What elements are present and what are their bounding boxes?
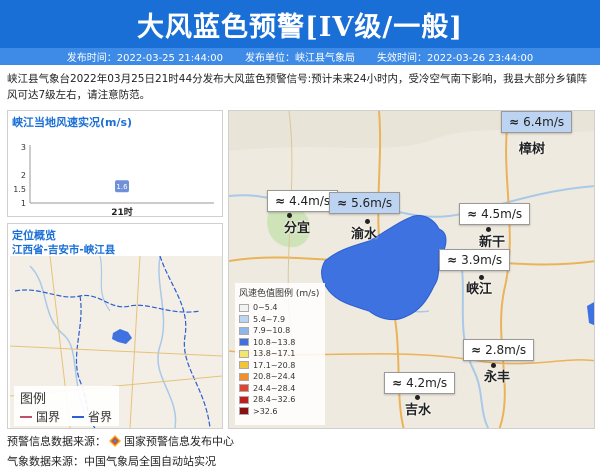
speed-legend-swatch: [239, 372, 249, 381]
warning-source-label: 预警信息数据来源：: [7, 435, 106, 448]
town-zhangshu: 樟树: [519, 142, 546, 157]
location-path: 江西省-吉安市-峡江县: [12, 244, 116, 256]
y-tick-label: 1: [21, 199, 26, 208]
speed-legend-item: >32.6: [239, 406, 321, 418]
wind-icon: ≈: [467, 207, 478, 221]
station-wind-fenyi[interactable]: ≈ 4.4m/s: [267, 190, 339, 212]
wind-speed-value: 4.2m/s: [406, 376, 448, 390]
town-xingan: 新干: [479, 235, 506, 250]
speed-legend-swatch: [239, 395, 249, 404]
wind-icon: ≈: [509, 115, 520, 129]
speed-legend-swatch: [239, 326, 249, 335]
speed-legend-item: 10.8~13.8: [239, 337, 321, 349]
station-wind-jishui[interactable]: ≈ 4.2m/s: [384, 372, 456, 394]
wind-speed-chart: 3 2 1.5 1 21时 1.6: [13, 143, 214, 218]
warning-description: 峡江县气象台2022年03月25日21时44分发布大风蓝色预警信号:预计未来24…: [7, 73, 588, 101]
y-tick-label: 3: [21, 143, 26, 152]
speed-legend-swatch: [239, 315, 249, 324]
speed-legend-item: 7.9~10.8: [239, 325, 321, 337]
town-xiajiang: 峡江: [466, 282, 493, 297]
station-wind-xingan[interactable]: ≈ 4.5m/s: [459, 203, 531, 225]
speed-legend-label: 13.8~17.1: [253, 349, 296, 359]
town-fenyi: 分宜: [284, 221, 311, 236]
station-wind-yushui[interactable]: ≈ 5.6m/s: [329, 192, 401, 214]
expire-time: 失效时间：2022-03-26 23:44:00: [377, 53, 534, 64]
speed-legend-swatch: [239, 303, 249, 312]
weather-source-line: 气象数据来源：中国气象局全国自动站实况: [7, 453, 216, 469]
wind-speed-value: 4.5m/s: [481, 207, 523, 221]
meta-bar: 发布时间：2022-03-25 21:44:00 发布单位：峡江县气象局 失效时…: [0, 48, 600, 65]
national-border-line: [20, 415, 32, 418]
speed-legend-swatch: [239, 407, 249, 416]
town-yushui: 渝水: [351, 227, 378, 242]
speed-legend-item: 0~5.4: [239, 302, 321, 314]
speed-legend-swatch: [239, 349, 249, 358]
speed-legend-swatch: [239, 338, 249, 347]
x-tick-label: 21时: [111, 206, 133, 218]
speed-legend-swatch: [239, 361, 249, 370]
page-title: 大风蓝色预警[IV级/一般]: [0, 0, 600, 48]
station-wind-zhangshu[interactable]: ≈ 6.4m/s: [501, 111, 573, 133]
speed-legend-label: 10.8~13.8: [253, 337, 296, 347]
weather-source-label: 气象数据来源：中国气象局全国自动站实况: [7, 455, 216, 468]
speed-legend-label: 24.4~28.4: [253, 383, 296, 393]
town-jishui: 吉水: [405, 403, 432, 418]
wind-icon: ≈: [337, 196, 348, 210]
legend-title: 图例: [20, 392, 47, 407]
wind-speed-legend: 风速色值图例 (m/s) 0~5.4 5.4~7.9 7.9~10.8 10.8~13…: [235, 283, 325, 425]
wind-speed-value: 4.4m/s: [289, 194, 331, 208]
publisher: 发布单位：峡江县气象局: [245, 53, 355, 64]
wind-icon: ≈: [471, 343, 482, 357]
speed-legend-item: 28.4~32.6: [239, 394, 321, 406]
legend-label: 省界: [88, 410, 113, 424]
legend-label: 国界: [36, 410, 61, 424]
speed-legend-item: 17.1~20.8: [239, 360, 321, 372]
speed-legend-swatch: [239, 384, 249, 393]
wind-speed-value: 3.9m/s: [461, 253, 503, 267]
speed-legend-label: >32.6: [253, 406, 278, 416]
speed-legend-label: 0~5.4: [253, 303, 278, 313]
y-tick-label: 2: [21, 171, 26, 180]
speed-legend-label: 28.4~32.6: [253, 395, 296, 405]
town-yongfeng: 永丰: [484, 370, 511, 385]
speed-legend-label: 17.1~20.8: [253, 360, 296, 370]
station-wind-yongfeng[interactable]: ≈ 2.8m/s: [463, 339, 535, 361]
data-label: 1.6: [116, 183, 128, 191]
station-wind-xiajiang[interactable]: ≈ 3.9m/s: [439, 249, 511, 271]
overview-legend: 图例 国界 省界: [14, 386, 119, 426]
speed-legend-label: 5.4~7.9: [253, 314, 286, 324]
speed-legend-rows: 0~5.4 5.4~7.9 7.9~10.8 10.8~13.8 13.8~17.1 17…: [239, 302, 321, 417]
speed-legend-label: 7.9~10.8: [253, 326, 291, 336]
speed-legend-item: 5.4~7.9: [239, 314, 321, 326]
speed-legend-item: 13.8~17.1: [239, 348, 321, 360]
wind-speed-panel: 峡江当地风速实况(m/s) 3 2 1.5 1 21时 1.6: [7, 110, 223, 218]
wind-speed-value: 6.4m/s: [523, 115, 565, 129]
legend-item-province-border: 省界: [72, 408, 112, 425]
wind-icon: ≈: [392, 376, 403, 390]
speed-legend-item: 20.8~24.4: [239, 371, 321, 383]
legend-item-national-border: 国界: [20, 408, 60, 425]
speed-legend-item: 24.4~28.4: [239, 383, 321, 395]
speed-legend-title: 风速色值图例 (m/s): [239, 289, 320, 299]
speed-legend-label: 20.8~24.4: [253, 372, 296, 382]
wind-icon: ≈: [275, 194, 286, 208]
y-tick-label: 1.5: [13, 185, 26, 194]
province-border-line: [72, 415, 84, 418]
release-center-icon: [109, 435, 121, 447]
warning-source-name[interactable]: 国家预警信息发布中心: [124, 433, 234, 449]
warning-source-line: 预警信息数据来源： 国家预警信息发布中心: [7, 433, 234, 449]
overview-title: 定位概览: [12, 229, 56, 242]
wind-speed-value: 2.8m/s: [485, 343, 527, 357]
publish-time: 发布时间：2022-03-25 21:44:00: [66, 53, 223, 64]
warning-map[interactable]: ≈ 6.4m/s 樟树 ≈ 4.4m/s 分宜 ≈ 5.6m/s 渝水 ≈ 4.…: [228, 110, 595, 429]
wind-speed-value: 5.6m/s: [351, 196, 393, 210]
location-overview-panel: 定位概览 江西省-吉安市-峡江县 图例 国界 省界: [7, 223, 223, 429]
wind-icon: ≈: [447, 253, 458, 267]
